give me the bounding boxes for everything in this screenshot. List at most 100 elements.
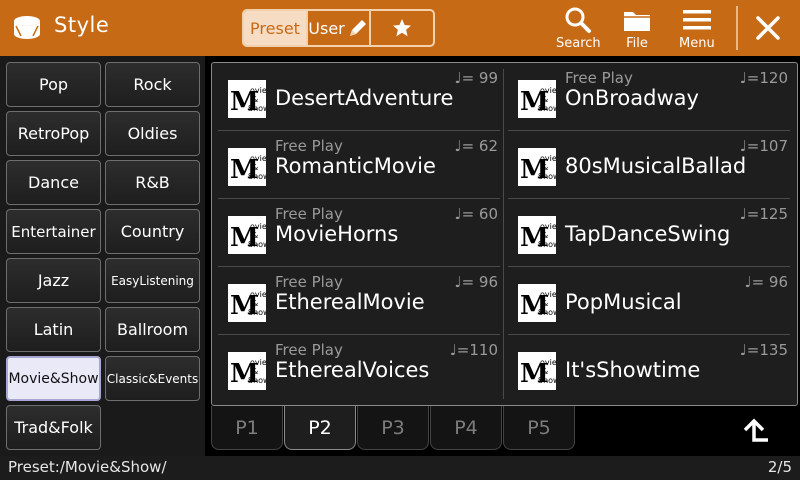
svg-text:&: & [252, 231, 258, 240]
style-tempo: ♩=110 [449, 341, 498, 359]
style-item[interactable]: Movie&Show Free Play MovieHorns ♩= 60 [218, 199, 500, 267]
svg-text:Show: Show [538, 240, 556, 249]
style-name: TapDanceSwing [565, 222, 731, 246]
movie-show-icon: Movie&Show [518, 284, 556, 322]
svg-text:Show: Show [538, 104, 556, 113]
style-item[interactable]: Movie&Show Free Play OnBroadway ♩=120 [508, 63, 790, 131]
style-name: RomanticMovie [275, 154, 436, 178]
category-pop[interactable]: Pop [6, 62, 101, 107]
page-tab-p3[interactable]: P3 [357, 406, 429, 450]
movie-show-icon: Movie&Show [228, 216, 266, 254]
style-name: MovieHorns [275, 222, 399, 246]
style-subtitle: Free Play [275, 341, 343, 359]
folder-up-icon[interactable] [741, 416, 771, 446]
menu-label: Menu [679, 36, 715, 51]
style-name: 80sMusicalBallad [565, 154, 747, 178]
movie-show-icon: Movie&Show [518, 80, 556, 118]
style-item[interactable]: Movie&Show PopMusical ♩= 96 [508, 267, 790, 335]
category-classicevents[interactable]: Classic&Events [105, 356, 200, 401]
svg-text:ovie: ovie [250, 86, 266, 95]
style-item[interactable]: Movie&Show Free Play EtherealVoices ♩=11… [218, 335, 500, 403]
page-tab-p4[interactable]: P4 [430, 406, 502, 450]
svg-text:Show: Show [248, 308, 266, 317]
style-drum-icon [14, 16, 40, 39]
style-item[interactable]: Movie&Show TapDanceSwing ♩=125 [508, 199, 790, 267]
current-path: Preset:/Movie&Show/ [8, 458, 167, 476]
category-jazz[interactable]: Jazz [6, 258, 101, 303]
svg-text:&: & [542, 163, 548, 172]
tab-preset[interactable]: Preset [244, 11, 308, 45]
tab-user-label: User [308, 18, 345, 38]
style-name: EtherealMovie [275, 290, 425, 314]
movie-show-icon: Movie&Show [518, 216, 556, 254]
page-title: Style [54, 13, 110, 37]
search-icon [565, 7, 592, 33]
category-easylistening[interactable]: EasyListening [105, 258, 200, 303]
page-tab-p5[interactable]: P5 [503, 406, 575, 450]
file-label: File [626, 36, 648, 51]
menu-button[interactable]: Menu [679, 6, 715, 52]
style-tempo: ♩= 96 [744, 273, 789, 291]
style-item[interactable]: Movie&Show 80sMusicalBallad ♩=107 [508, 131, 790, 199]
category-ballroom[interactable]: Ballroom [105, 307, 200, 352]
svg-text:Show: Show [538, 308, 556, 317]
style-item[interactable]: Movie&Show Free Play RomanticMovie ♩= 62 [218, 131, 500, 199]
style-tempo: ♩=125 [739, 205, 788, 223]
svg-text:&: & [542, 367, 548, 376]
svg-text:Show: Show [248, 104, 266, 113]
style-item[interactable]: Movie&Show Free Play EtherealMovie ♩= 96 [218, 267, 500, 335]
pencil-icon [349, 20, 366, 36]
style-name: OnBroadway [565, 86, 699, 110]
movie-show-icon: Movie&Show [228, 284, 266, 322]
tab-favorite[interactable] [371, 11, 433, 45]
style-item[interactable]: Movie&Show DesertAdventure ♩= 99 [218, 63, 500, 131]
close-icon[interactable] [752, 12, 784, 44]
svg-text:&: & [252, 95, 258, 104]
style-list: Movie&Show DesertAdventure ♩= 99 Movie&S… [211, 62, 798, 406]
svg-text:ovie: ovie [250, 222, 266, 231]
movie-show-icon: Movie&Show [518, 148, 556, 186]
svg-text:Show: Show [248, 376, 266, 385]
category-oldies[interactable]: Oldies [105, 111, 200, 156]
page-tab-p2[interactable]: P2 [284, 406, 356, 450]
movie-show-icon: Movie&Show [228, 148, 266, 186]
page-indicator: 2/5 [767, 458, 792, 476]
category-rnb[interactable]: R&B [105, 160, 200, 205]
svg-text:&: & [542, 231, 548, 240]
file-button[interactable]: File [622, 6, 652, 52]
svg-text:ovie: ovie [540, 222, 556, 231]
category-retropop[interactable]: RetroPop [6, 111, 101, 156]
style-item[interactable]: Movie&Show It'sShowtime ♩=135 [508, 335, 790, 403]
page-tab-p1[interactable]: P1 [211, 406, 283, 450]
svg-text:Show: Show [538, 172, 556, 181]
style-name: PopMusical [565, 290, 682, 314]
svg-text:ovie: ovie [540, 358, 556, 367]
style-tempo: ♩= 60 [454, 205, 499, 223]
star-icon [393, 19, 411, 37]
style-tempo: ♩= 99 [454, 69, 499, 87]
category-latin[interactable]: Latin [6, 307, 101, 352]
search-button[interactable]: Search [556, 6, 601, 52]
category-rock[interactable]: Rock [105, 62, 200, 107]
svg-text:Show: Show [538, 376, 556, 385]
style-tempo: ♩= 62 [454, 137, 499, 155]
svg-text:ovie: ovie [250, 290, 266, 299]
category-movieshow[interactable]: Movie&Show [6, 356, 101, 401]
style-tempo: ♩=107 [739, 137, 788, 155]
category-sidebar: Pop Rock RetroPop Oldies Dance R&B Enter… [0, 56, 205, 456]
category-entertainer[interactable]: Entertainer [6, 209, 101, 254]
category-country[interactable]: Country [105, 209, 200, 254]
style-name: It'sShowtime [565, 358, 701, 382]
style-tempo: ♩=135 [739, 341, 788, 359]
category-dance[interactable]: Dance [6, 160, 101, 205]
style-tempo: ♩= 96 [454, 273, 499, 291]
folder-icon [624, 12, 650, 31]
svg-text:ovie: ovie [540, 154, 556, 163]
hamburger-icon [682, 10, 711, 30]
svg-text:Show: Show [248, 240, 266, 249]
tab-user[interactable]: User [308, 11, 371, 45]
category-tradfolk[interactable]: Trad&Folk [6, 405, 101, 450]
style-name: DesertAdventure [275, 86, 454, 110]
search-label: Search [556, 36, 601, 51]
header-bar: Style Preset User Search File Menu [0, 0, 800, 56]
